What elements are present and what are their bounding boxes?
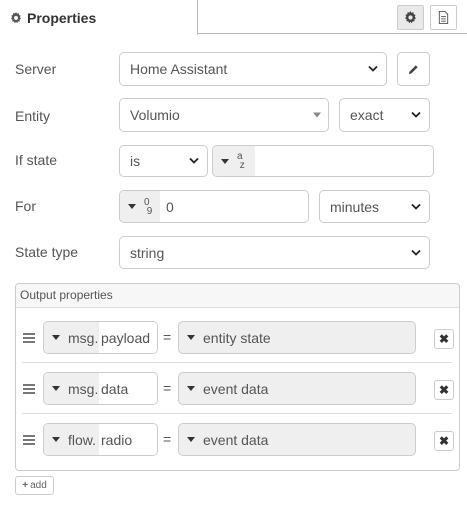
gear-icon: [404, 11, 417, 24]
entity-input[interactable]: Volumio: [119, 98, 329, 132]
if-state-label: If state: [15, 152, 58, 168]
property-name[interactable]: radio: [99, 424, 157, 455]
gear-icon: [10, 11, 22, 23]
server-select[interactable]: Home Assistant: [119, 52, 387, 86]
chevron-down-icon: [411, 249, 421, 256]
entity-match-value: exact: [350, 107, 384, 123]
number-type-icon: 0 9: [144, 196, 153, 217]
caret-down-icon: [187, 386, 195, 391]
if-state-operator-select[interactable]: is: [119, 145, 208, 177]
for-label: For: [15, 198, 36, 214]
if-state-operator-value: is: [130, 153, 141, 169]
property-type-button[interactable]: msg.: [44, 322, 99, 353]
if-state-value[interactable]: [255, 146, 433, 176]
output-property-value[interactable]: event data: [178, 423, 416, 456]
chevron-down-icon: [189, 157, 199, 164]
equals-sign: =: [163, 380, 172, 396]
property-value: entity state: [203, 329, 271, 346]
state-type-select[interactable]: string: [119, 236, 430, 269]
entity-value: Volumio: [130, 107, 180, 123]
drag-handle-icon[interactable]: [23, 384, 35, 396]
state-type-label: State type: [15, 244, 79, 260]
caret-down-icon: [52, 386, 60, 391]
remove-row-button[interactable]: ✖: [434, 380, 454, 400]
caret-down-icon: [52, 437, 60, 442]
property-type-button[interactable]: msg.: [44, 373, 99, 404]
for-unit-select[interactable]: minutes: [319, 190, 430, 223]
row-divider: [22, 362, 452, 363]
autocomplete-caret-icon: [313, 112, 321, 118]
chevron-down-icon: [368, 65, 378, 72]
description-tab-button[interactable]: [430, 5, 457, 30]
server-value: Home Assistant: [130, 61, 228, 77]
property-value: event data: [203, 431, 269, 448]
remove-row-button[interactable]: ✖: [434, 431, 454, 451]
property-value: event data: [203, 380, 269, 397]
caret-down-icon: [128, 204, 136, 209]
property-prefix: flow.: [68, 431, 97, 448]
panel-title: Properties: [27, 9, 97, 26]
output-property-name-input[interactable]: flow. radio: [43, 423, 158, 456]
plus-icon: +: [22, 480, 29, 491]
if-state-type-button[interactable]: a z: [213, 146, 255, 176]
output-property-name-input[interactable]: msg. payload: [43, 321, 158, 354]
output-properties-title: Output properties: [16, 284, 459, 308]
equals-sign: =: [163, 329, 172, 345]
property-type-button[interactable]: flow.: [44, 424, 99, 455]
close-icon: ✖: [438, 383, 450, 397]
output-property-value[interactable]: entity state: [178, 321, 416, 354]
row-divider: [22, 413, 452, 414]
remove-row-button[interactable]: ✖: [434, 329, 454, 349]
add-label: add: [30, 480, 47, 491]
server-label: Server: [15, 61, 57, 77]
caret-down-icon: [187, 437, 195, 442]
close-icon: ✖: [438, 332, 450, 346]
for-unit-value: minutes: [330, 198, 380, 215]
property-name[interactable]: payload: [99, 322, 157, 353]
output-property-value[interactable]: event data: [178, 372, 416, 405]
state-type-value: string: [130, 244, 165, 261]
if-state-value-input[interactable]: a z: [212, 145, 434, 177]
caret-down-icon: [221, 158, 229, 164]
string-type-icon: a z: [237, 151, 245, 171]
for-value[interactable]: 0: [160, 191, 308, 222]
add-property-button[interactable]: + add: [15, 476, 54, 495]
chevron-down-icon: [411, 203, 421, 210]
property-prefix: msg.: [68, 380, 99, 397]
settings-tab-button[interactable]: [397, 5, 424, 30]
caret-down-icon: [187, 335, 195, 340]
drag-handle-icon[interactable]: [23, 435, 35, 447]
for-value-input[interactable]: 0 9 0: [119, 190, 309, 223]
tab-properties[interactable]: Properties: [0, 0, 198, 35]
property-name[interactable]: data: [99, 373, 157, 404]
entity-label: Entity: [15, 108, 51, 124]
caret-down-icon: [52, 335, 60, 340]
equals-sign: =: [163, 431, 172, 447]
output-property-name-input[interactable]: msg. data: [43, 372, 158, 405]
drag-handle-icon[interactable]: [23, 333, 35, 345]
edit-server-button[interactable]: [397, 52, 430, 86]
for-type-button[interactable]: 0 9: [120, 191, 160, 222]
close-icon: ✖: [438, 434, 450, 448]
document-icon: [438, 11, 449, 24]
pencil-icon: [408, 64, 418, 74]
entity-match-select[interactable]: exact: [339, 98, 430, 132]
chevron-down-icon: [411, 111, 421, 118]
property-prefix: msg.: [68, 329, 99, 346]
